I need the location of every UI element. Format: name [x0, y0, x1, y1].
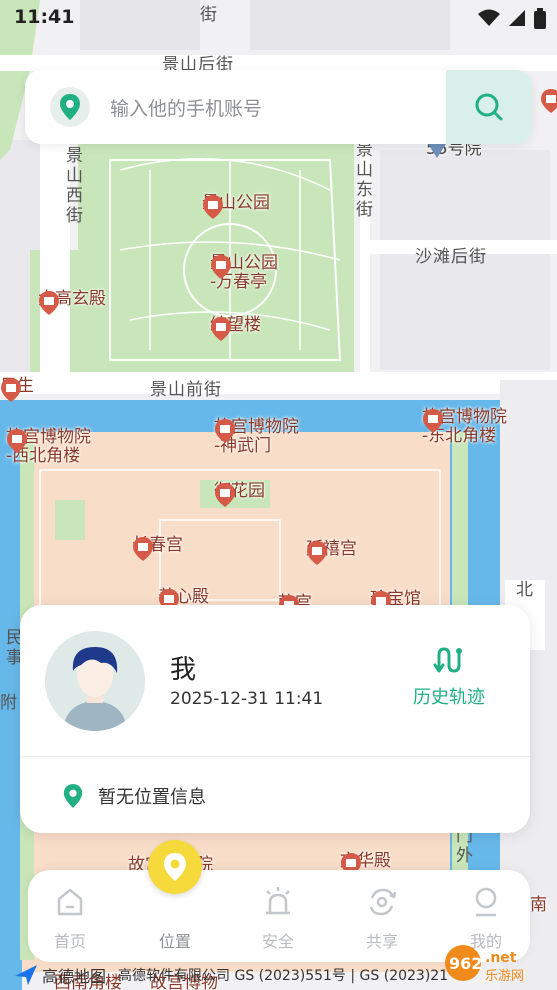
battery-icon	[534, 8, 546, 29]
amap-logo-text: 高德地图	[42, 967, 107, 986]
poi-pin-icon	[423, 409, 443, 433]
watermark-962-icon: 962 .net 乐游网	[445, 945, 524, 984]
search-bar: 输入他的手机账号	[25, 70, 532, 144]
share-icon	[369, 888, 397, 916]
nav-share-label: 共享	[365, 932, 398, 951]
user-avatar-icon	[45, 631, 145, 731]
poi-label: 南	[530, 895, 547, 915]
search-button[interactable]	[446, 70, 532, 144]
home-icon	[57, 888, 83, 916]
poi-marker[interactable]: 延禧宫	[306, 540, 357, 565]
map-view[interactable]: 街 景山后街 景山西街 景山东街 沙滩后街 景山前街 北 民事 附 门外 景山公…	[0, 0, 557, 990]
search-icon	[475, 93, 503, 121]
nav-location[interactable]: 位置	[135, 884, 215, 952]
poi-marker[interactable]: 文华殿	[340, 852, 391, 877]
poi-marker[interactable]: 绮望楼	[210, 316, 261, 341]
route-icon	[433, 647, 462, 673]
poi-marker[interactable]: 长春宫	[132, 536, 183, 561]
nav-safety[interactable]: 安全	[238, 884, 318, 952]
user-name: 我	[170, 655, 197, 685]
poi-pin-icon	[215, 483, 235, 507]
svg-text:乐游网: 乐游网	[485, 969, 524, 984]
location-pin-icon	[63, 784, 83, 808]
copyright-text: 高德软件有限公司 GS (2023)551号 | GS (2023)21	[118, 968, 449, 984]
poi-pin-icon	[215, 419, 235, 443]
poi-pin-icon	[203, 195, 223, 219]
poi-marker[interactable]: 故宫博物院 -西北角楼	[6, 428, 91, 466]
poi-pin-icon	[39, 291, 59, 315]
poi-pin-icon	[211, 317, 231, 341]
user-location-card: 我 2025-12-31 11:41 历史轨迹 暂无位置信息	[20, 605, 530, 833]
nav-share[interactable]: 共享	[342, 884, 422, 952]
poi-marker[interactable]: 故宫博物院 -神武门	[214, 418, 299, 456]
card-divider	[20, 756, 530, 757]
poi-pin-icon	[133, 537, 153, 561]
wifi-icon	[478, 9, 500, 26]
nav-safety-label: 安全	[261, 932, 294, 951]
location-pin-icon	[164, 853, 186, 881]
nav-location-label: 位置	[158, 932, 191, 951]
signal-icon	[509, 10, 525, 26]
poi-pin-icon	[1, 378, 21, 402]
nav-home[interactable]: 首页	[30, 884, 110, 952]
poi-pin-icon	[7, 429, 27, 453]
poi-marker[interactable]: 大高玄殿	[38, 290, 106, 315]
avatar[interactable]	[45, 631, 145, 731]
location-pin-icon	[50, 87, 90, 127]
last-update-time: 2025-12-31 11:41	[170, 689, 324, 709]
profile-icon	[475, 887, 497, 917]
status-icons	[477, 8, 547, 30]
status-time: 11:41	[14, 6, 75, 28]
nav-home-label: 首页	[53, 932, 86, 951]
street-label: 沙滩后街	[415, 247, 487, 267]
street-label: 街	[200, 5, 218, 25]
street-label: 景山东街	[352, 140, 372, 220]
no-location-text: 暂无位置信息	[98, 787, 206, 808]
watermark-logo: 962 .net 乐游网	[441, 938, 551, 988]
poi-pin-icon	[307, 541, 327, 565]
history-track-button[interactable]: 历史轨迹	[393, 645, 505, 709]
poi-pin-icon	[541, 89, 557, 113]
poi-marker[interactable]: 景山公园 -万春亭	[210, 254, 278, 292]
history-track-label: 历史轨迹	[413, 687, 485, 708]
poi-marker[interactable]: 故宫博物院 -东北角楼	[422, 408, 507, 446]
street-label: 北	[512, 580, 532, 600]
street-label: 景山前街	[150, 380, 222, 400]
poi-marker[interactable]: 南	[530, 896, 547, 915]
alarm-icon	[266, 887, 290, 915]
street-label: 景山西街	[62, 146, 82, 226]
svg-text:.net: .net	[485, 950, 517, 966]
poi-marker[interactable]: 御花园	[214, 482, 265, 507]
amap-arrow-icon	[15, 965, 37, 985]
svg-text:962: 962	[449, 954, 482, 973]
location-status: 暂无位置信息	[62, 783, 206, 809]
street-label: 附	[0, 693, 18, 713]
phone-search-input[interactable]: 输入他的手机账号	[110, 94, 446, 121]
poi-marker[interactable]: 日生	[0, 377, 34, 402]
amap-logo: 高德地图	[14, 963, 106, 987]
poi-marker[interactable]: 景山公园	[202, 194, 270, 219]
poi-pin-icon	[211, 255, 231, 279]
